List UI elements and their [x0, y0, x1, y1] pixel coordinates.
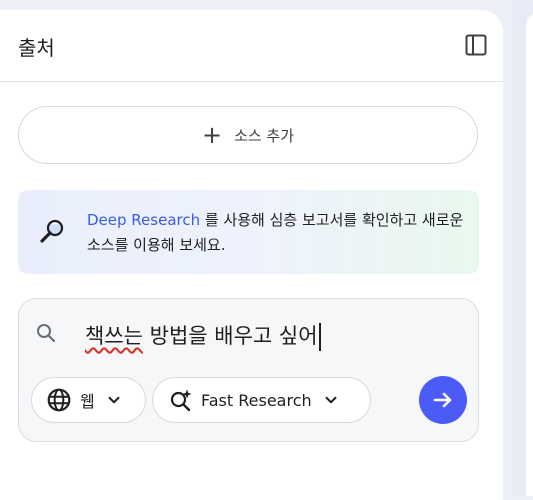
add-source-label: 소스 추가: [234, 126, 295, 145]
sources-panel: 출처 + 소스 추가 Deep Research 를 사용해 심층 보고서를 확…: [0, 10, 503, 500]
globe-icon: [47, 388, 71, 412]
sidebar-toggle-icon[interactable]: [464, 33, 488, 57]
source-type-label: 웹: [80, 392, 95, 411]
deep-research-link[interactable]: Deep Research: [87, 211, 200, 229]
chevron-down-icon: [108, 396, 120, 404]
text-caret: [318, 323, 321, 351]
submit-button[interactable]: [419, 376, 467, 424]
chevron-down-icon: [325, 396, 337, 404]
deep-research-banner: Deep Research 를 사용해 심층 보고서를 확인하고 새로운 소스를…: [18, 190, 479, 274]
research-mode-dropdown[interactable]: Fast Research: [152, 377, 371, 423]
panel-title: 출처: [18, 36, 55, 60]
adjacent-panel: [526, 12, 533, 496]
search-input[interactable]: 책쓰는 방법을 배우고 싶어: [85, 319, 455, 353]
misspelled-word: 책쓰는: [85, 324, 143, 348]
source-type-dropdown[interactable]: 웹: [31, 377, 146, 423]
sparkle-search-icon: [170, 389, 192, 412]
arrow-right-icon: [433, 392, 452, 408]
magnifier-icon: [40, 219, 64, 243]
search-icon: [37, 324, 56, 343]
plus-icon: +: [201, 121, 223, 149]
research-search-box: 책쓰는 방법을 배우고 싶어 웹 Fast Research: [18, 298, 479, 442]
query-text: 방법을 배우고 싶어: [142, 324, 318, 348]
deep-research-text: Deep Research 를 사용해 심층 보고서를 확인하고 새로운 소스를…: [87, 208, 467, 258]
panel-header: 출처: [0, 10, 503, 82]
add-source-button[interactable]: + 소스 추가: [18, 106, 478, 164]
research-mode-label: Fast Research: [201, 390, 312, 410]
